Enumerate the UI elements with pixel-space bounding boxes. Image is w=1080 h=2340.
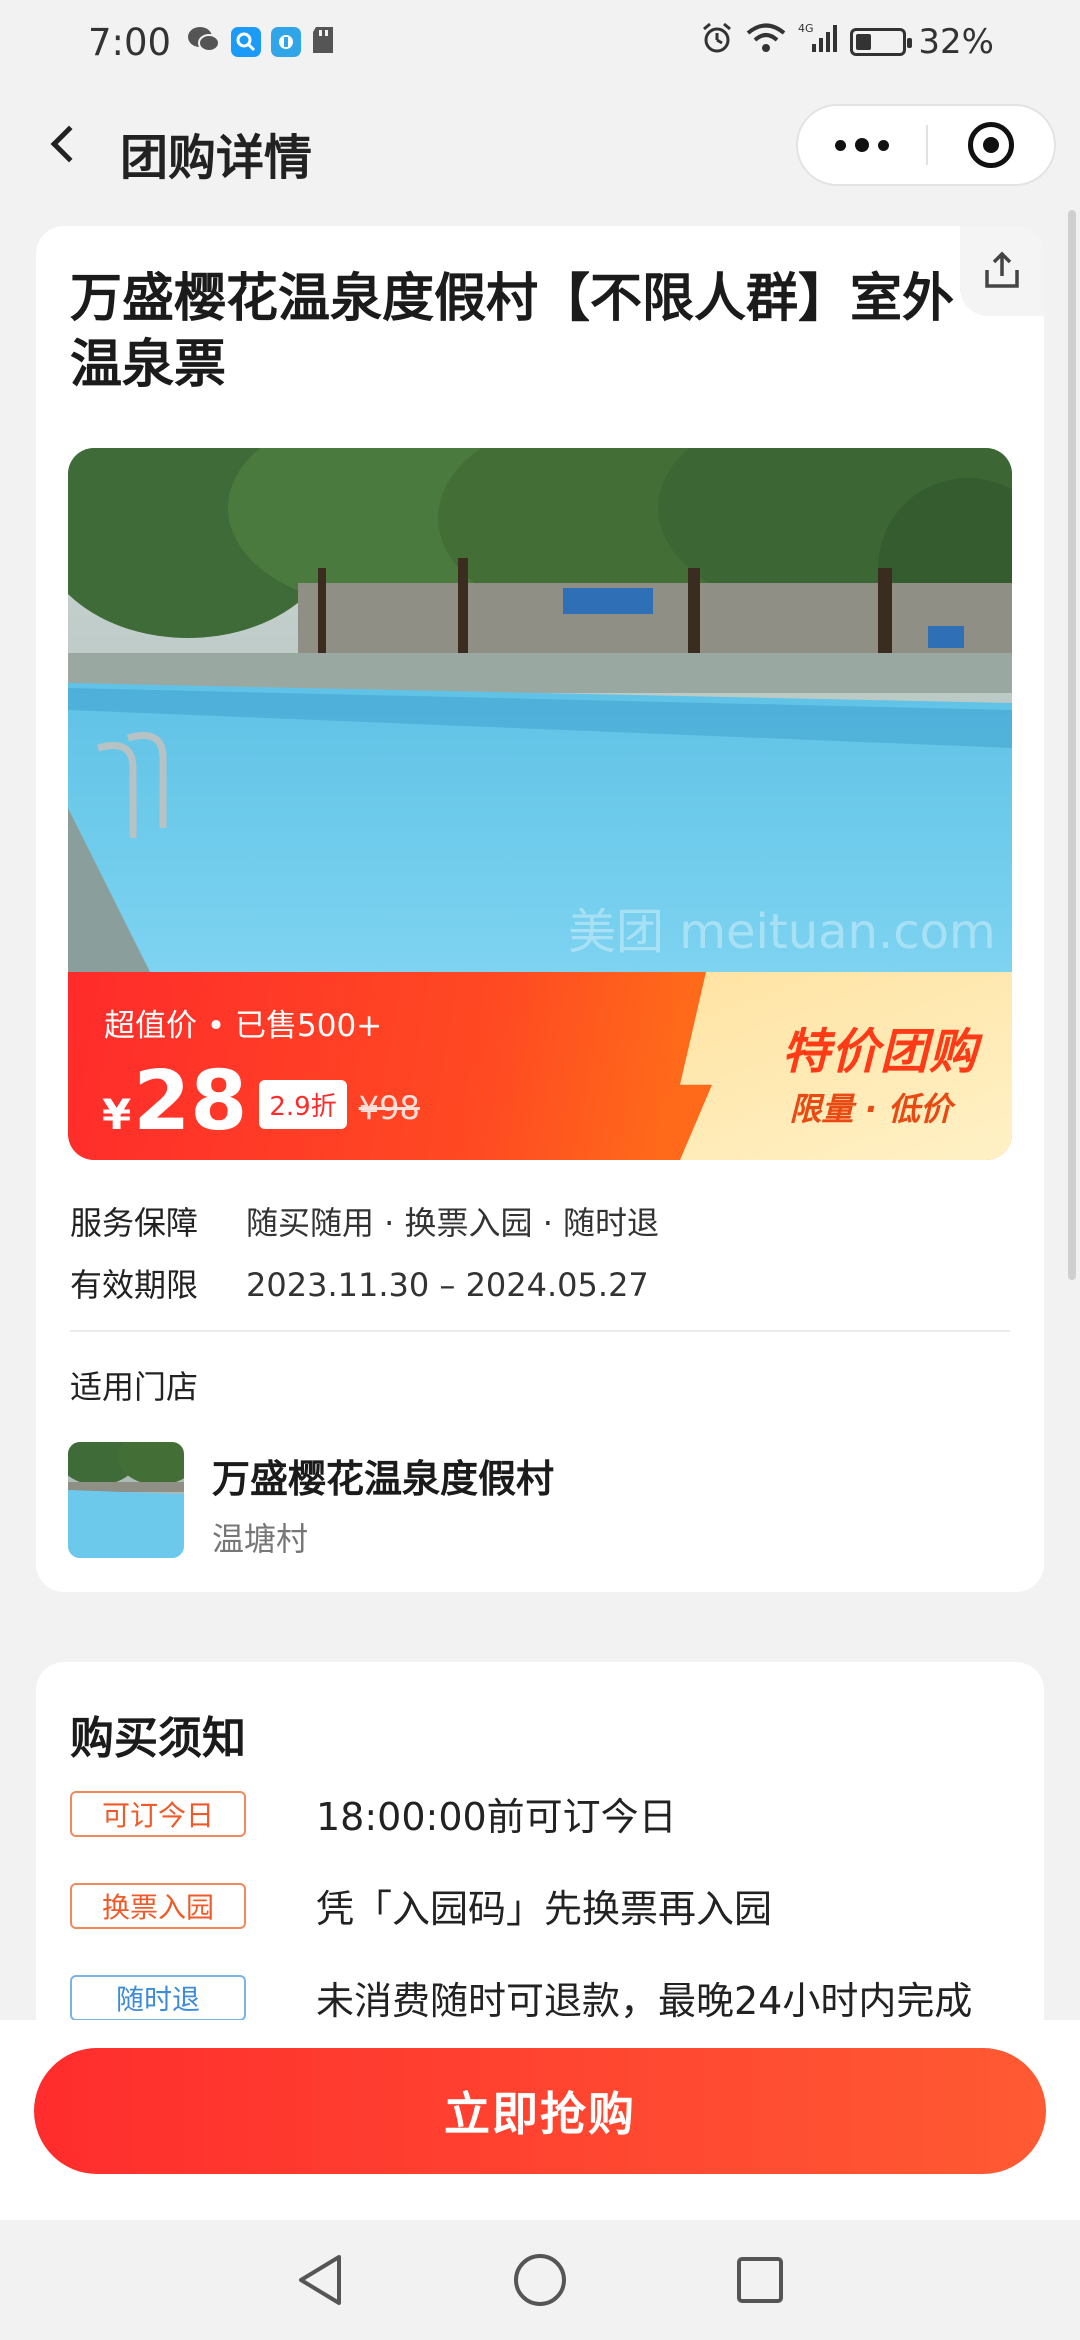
product-title: 万盛樱花温泉度假村【不限人群】室外温泉票 xyxy=(70,269,955,395)
system-recents-button[interactable] xyxy=(725,2245,795,2315)
wifi-icon xyxy=(746,22,786,63)
current-price: 28 xyxy=(133,1054,248,1149)
sd-card-icon xyxy=(311,25,335,59)
home-circle-icon xyxy=(514,2254,566,2306)
status-time: 7:00 xyxy=(88,20,172,64)
notice-text-today: 18:00:00前可订今日 xyxy=(316,1795,677,1839)
tag-exchange-ticket: 换票入园 xyxy=(70,1882,246,1929)
validity-label: 有效期限 xyxy=(70,1266,199,1304)
purchase-notice-card: 购买须知 可订今日 18:00:00前可订今日 换票入园 凭「入园码」先换票再入… xyxy=(36,1662,1044,2082)
promo-title: 特价团购 xyxy=(781,1024,978,1080)
share-button[interactable] xyxy=(960,226,1044,316)
page-title: 团购详情 xyxy=(120,130,313,186)
validity-value: 2023.11.30 – 2024.05.27 xyxy=(246,1266,649,1304)
notice-row-refund: 随时退 未消费随时可退款，最晚24小时内完成 xyxy=(70,1970,972,2025)
app-icon xyxy=(271,27,302,57)
buy-bar: 立即抢购 xyxy=(0,2020,1080,2220)
scrollbar[interactable] xyxy=(1068,210,1076,1280)
sales-info: 超值价 • 已售500+ xyxy=(104,1008,383,1044)
notice-text-ticket: 凭「入园码」先换票再入园 xyxy=(316,1887,773,1931)
service-guarantee-row: 服务保障 随买随用 · 换票入园 · 随时退 xyxy=(70,1198,659,1244)
system-back-button[interactable] xyxy=(285,2245,355,2315)
notice-title: 购买须知 xyxy=(70,1713,246,1764)
original-price: ¥98 xyxy=(358,1089,420,1127)
more-button[interactable] xyxy=(798,138,926,152)
store-area: 温塘村 xyxy=(212,1520,309,1558)
system-navigation xyxy=(0,2220,1080,2340)
recents-square-icon xyxy=(737,2257,783,2303)
svg-text:美团 meituan.com: 美团 meituan.com xyxy=(568,904,996,960)
service-guarantee-label: 服务保障 xyxy=(70,1204,199,1242)
back-triangle-icon xyxy=(299,2255,341,2305)
back-button[interactable] xyxy=(34,114,94,174)
price-row: ¥ 28 2.9折 ¥98 xyxy=(102,1054,420,1149)
discount-badge: 2.9折 xyxy=(259,1080,347,1129)
more-icon xyxy=(835,139,846,151)
product-card: 万盛樱花温泉度假村【不限人群】室外温泉票 美团 meituan.com 超值价 … xyxy=(36,226,1044,1592)
search-app-icon xyxy=(231,27,262,57)
miniprogram-capsule xyxy=(796,104,1056,186)
back-icon xyxy=(50,125,88,163)
signal-icon: 4G xyxy=(798,22,838,63)
notice-row-today: 可订今日 18:00:00前可订今日 xyxy=(70,1786,677,1841)
wechat-icon xyxy=(187,25,221,59)
nav-bar: 团购详情 xyxy=(0,90,1080,202)
price-banner: 超值价 • 已售500+ ¥ 28 2.9折 ¥98 特价团购 限量 · 低价 xyxy=(68,972,1012,1160)
buy-now-button[interactable]: 立即抢购 xyxy=(34,2048,1046,2174)
store-thumbnail[interactable] xyxy=(68,1442,184,1558)
promo-subtitle: 限量 · 低价 xyxy=(789,1090,952,1128)
store-heading: 适用门店 xyxy=(70,1368,199,1406)
close-miniprogram-icon xyxy=(968,122,1014,168)
svg-text:4G: 4G xyxy=(798,22,814,35)
status-bar: 7:00 4G 32% xyxy=(0,0,1080,84)
notice-text-refund: 未消费随时可退款，最晚24小时内完成 xyxy=(316,1979,973,2023)
notice-row-ticket: 换票入园 凭「入园码」先换票再入园 xyxy=(70,1878,772,1933)
currency-symbol: ¥ xyxy=(102,1090,132,1139)
store-name[interactable]: 万盛樱花温泉度假村 xyxy=(212,1448,554,1503)
share-icon xyxy=(985,251,1019,288)
notification-icons xyxy=(187,25,335,59)
alarm-icon xyxy=(700,21,734,64)
tag-refund: 随时退 xyxy=(70,1974,246,2021)
system-home-button[interactable] xyxy=(505,2245,575,2315)
close-miniprogram-button[interactable] xyxy=(928,122,1054,168)
battery-percent: 32% xyxy=(918,22,994,62)
product-image: 美团 meituan.com xyxy=(68,448,1012,988)
battery-icon xyxy=(850,28,913,56)
validity-row: 有效期限 2023.11.30 – 2024.05.27 xyxy=(70,1260,649,1306)
tag-book-today: 可订今日 xyxy=(70,1790,246,1837)
service-guarantee-value: 随买随用 · 换票入园 · 随时退 xyxy=(246,1204,660,1242)
system-status: 4G 32% xyxy=(700,21,994,64)
product-hero[interactable]: 美团 meituan.com 超值价 • 已售500+ ¥ 28 2.9折 ¥9… xyxy=(68,448,1012,1160)
divider xyxy=(70,1330,1010,1332)
